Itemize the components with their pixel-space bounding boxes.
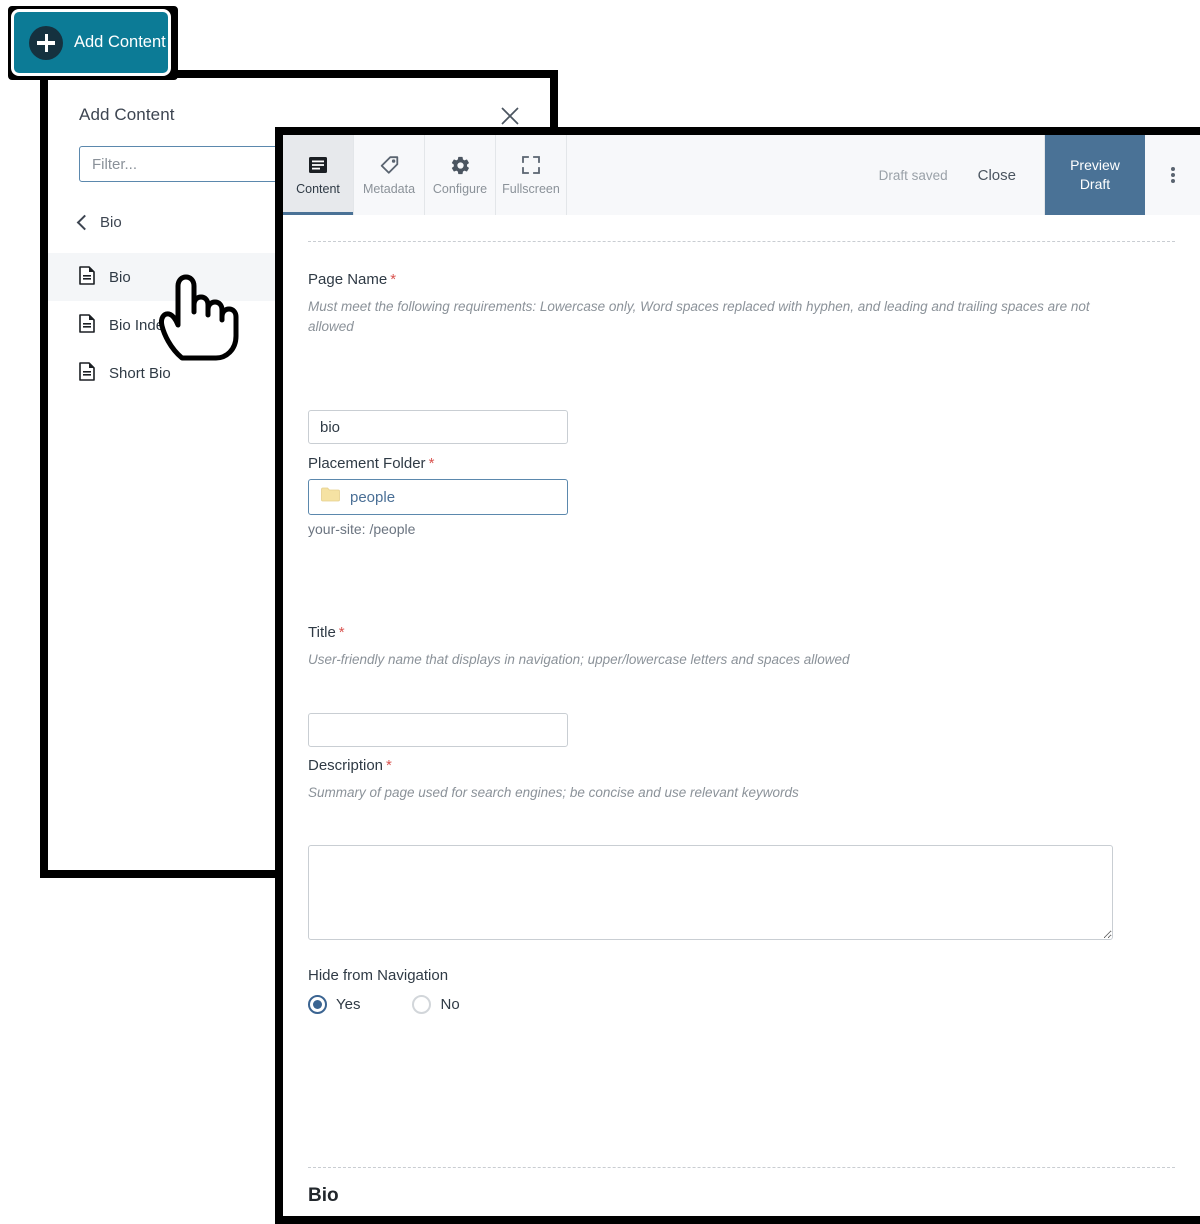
bio-section-heading: Bio xyxy=(308,1185,339,1206)
section-divider-bio xyxy=(308,1167,1175,1168)
required-marker: * xyxy=(386,757,392,774)
tab-metadata[interactable]: Metadata xyxy=(354,135,425,215)
tab-configure[interactable]: Configure xyxy=(425,135,496,215)
hide-from-navigation-radios: Yes No xyxy=(308,995,460,1014)
editor-toolbar: Content Metadata Configure Fullscreen Dr… xyxy=(283,135,1200,216)
description-label: Description * xyxy=(308,757,392,774)
placement-folder-picker[interactable]: people xyxy=(308,479,568,515)
content-form: Page Name * Must meet the following requi… xyxy=(283,215,1200,1216)
preview-draft-line2: Draft xyxy=(1079,176,1111,192)
more-vertical-icon[interactable] xyxy=(1145,135,1200,215)
preview-draft-line1: Preview xyxy=(1070,157,1120,173)
tab-label: Metadata xyxy=(362,182,416,196)
add-content-button[interactable]: Add Content xyxy=(14,12,168,73)
radio-label: No xyxy=(440,996,460,1013)
tag-icon xyxy=(379,154,400,176)
breadcrumb-label: Bio xyxy=(100,214,122,231)
tab-label: Fullscreen xyxy=(502,182,560,196)
breadcrumb[interactable]: Bio xyxy=(76,214,122,231)
required-marker: * xyxy=(338,624,345,641)
toolbar-actions: Draft saved Close xyxy=(567,135,1045,215)
list-item-label: Bio xyxy=(109,268,131,286)
status-badge: Draft saved xyxy=(878,167,948,183)
radio-label: Yes xyxy=(336,996,361,1013)
page-name-input[interactable] xyxy=(308,410,568,444)
tab-fullscreen[interactable]: Fullscreen xyxy=(496,135,567,215)
document-icon xyxy=(79,361,95,385)
close-button[interactable]: Close xyxy=(978,167,1016,184)
required-marker: * xyxy=(428,455,435,472)
tab-label: Content xyxy=(296,182,340,196)
add-content-button-label: Add Content xyxy=(74,33,166,51)
page-name-label: Page Name * xyxy=(308,271,397,288)
placement-folder-label: Placement Folder * xyxy=(308,455,435,472)
description-textarea[interactable] xyxy=(308,845,1113,940)
radio-dot-selected xyxy=(308,995,327,1014)
content-editor-panel: Content Metadata Configure Fullscreen Dr… xyxy=(275,127,1200,1224)
chevron-left-icon xyxy=(76,214,93,231)
required-marker: * xyxy=(390,271,397,288)
page-name-help: Must meet the following requirements: Lo… xyxy=(308,299,1090,334)
gear-icon xyxy=(450,154,471,176)
radio-hide-nav-no[interactable]: No xyxy=(412,995,460,1014)
pointing-hand-cursor xyxy=(152,272,240,369)
fullscreen-icon xyxy=(521,154,541,176)
description-help: Summary of page used for search engines;… xyxy=(308,785,799,800)
close-icon[interactable] xyxy=(498,104,522,128)
title-label: Title * xyxy=(308,624,345,641)
tab-content[interactable]: Content xyxy=(283,135,354,215)
hide-from-navigation-label: Hide from Navigation xyxy=(308,967,449,984)
radio-dot xyxy=(412,995,432,1014)
placement-folder-path: your-site: /people xyxy=(308,521,416,537)
title-input[interactable] xyxy=(308,713,568,747)
title-help: User-friendly name that displays in navi… xyxy=(308,652,850,667)
preview-draft-button[interactable]: Preview Draft xyxy=(1045,135,1145,215)
radio-hide-nav-yes[interactable]: Yes xyxy=(308,995,360,1014)
add-content-dialog-title: Add Content xyxy=(79,105,175,124)
placement-folder-value: people xyxy=(350,488,396,506)
folder-icon xyxy=(321,487,340,507)
content-lines-icon xyxy=(308,154,328,176)
document-icon xyxy=(79,313,95,337)
section-divider-top xyxy=(308,241,1175,242)
document-icon xyxy=(79,265,95,289)
tab-label: Configure xyxy=(432,182,488,196)
plus-circle-icon xyxy=(29,25,63,60)
